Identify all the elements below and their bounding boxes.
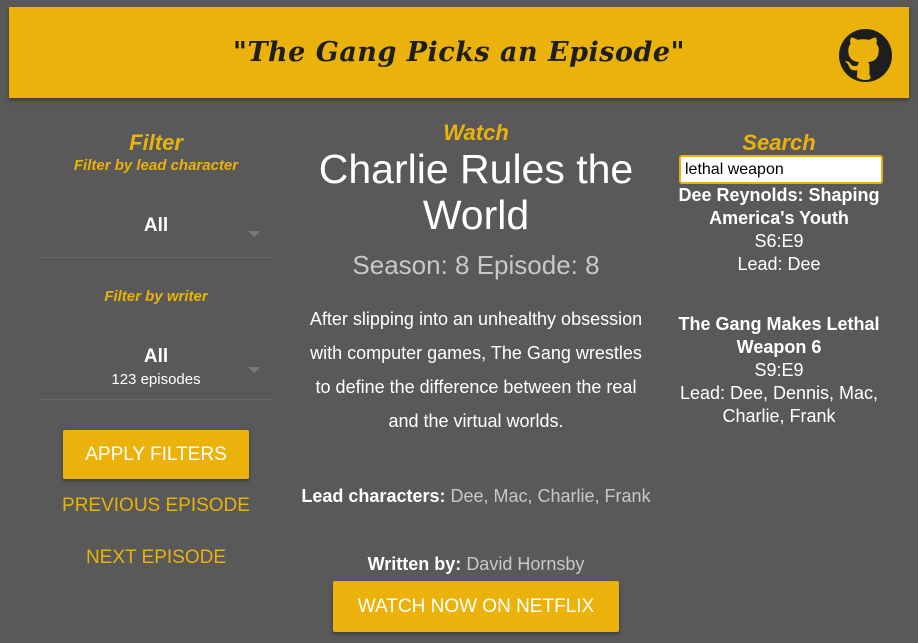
written-by-label: Written by: (367, 554, 462, 574)
search-result-episode: S9:E9 (754, 360, 804, 380)
lead-characters-row: Lead characters: Dee, Mac, Charlie, Fran… (300, 479, 652, 513)
search-input[interactable] (679, 155, 883, 184)
previous-episode-button[interactable]: PREVIOUS EPISODE (40, 495, 272, 517)
app-title: "The Gang Picks an Episode" (232, 37, 686, 68)
app-header: "The Gang Picks an Episode" (9, 7, 909, 98)
written-by-value: David Hornsby (466, 554, 585, 574)
writer-episode-count: 123 episodes (111, 371, 201, 388)
writer-select[interactable]: All 123 episodes (40, 332, 272, 400)
search-result-title: Dee Reynolds: Shaping America's Youth (678, 185, 880, 228)
filter-lead-label: Filter by lead character (73, 157, 239, 174)
writer-select-value: All (143, 346, 169, 367)
apply-filters-button[interactable]: APPLY FILTERS (63, 430, 249, 479)
search-result-item[interactable]: Dee Reynolds: Shaping America's Youth S6… (676, 184, 882, 276)
lead-character-select-value: All (143, 215, 169, 236)
chevron-down-icon (248, 367, 260, 373)
season-episode-label: Season: 8 Episode: 8 (352, 250, 600, 280)
next-episode-button[interactable]: NEXT EPISODE (40, 547, 272, 569)
search-result-lead: Lead: Dee (737, 254, 821, 274)
episode-description: After slipping into an unhealthy obsessi… (309, 309, 643, 431)
lead-character-select[interactable]: All (40, 200, 272, 258)
search-result-item[interactable]: The Gang Makes Lethal Weapon 6 S9:E9 Lea… (676, 313, 882, 428)
search-result-title: The Gang Makes Lethal Weapon 6 (678, 314, 880, 357)
watch-on-netflix-button[interactable]: WATCH NOW ON NETFLIX (333, 581, 619, 632)
lead-characters-label: Lead characters: (301, 486, 446, 506)
github-icon[interactable] (839, 29, 892, 82)
chevron-down-icon (248, 231, 260, 237)
search-result-episode: S6:E9 (754, 231, 804, 251)
filter-writer-label: Filter by writer (104, 288, 208, 305)
written-by-row: Written by: David Hornsby (300, 547, 652, 581)
episode-title: Charlie Rules the World (318, 146, 634, 238)
search-result-lead: Lead: Dee, Dennis, Mac, Charlie, Frank (679, 383, 879, 426)
lead-characters-value: Dee, Mac, Charlie, Frank (450, 486, 651, 506)
watch-heading: Watch (443, 120, 509, 145)
search-heading: Search (742, 130, 816, 155)
filter-heading: Filter (129, 130, 183, 155)
